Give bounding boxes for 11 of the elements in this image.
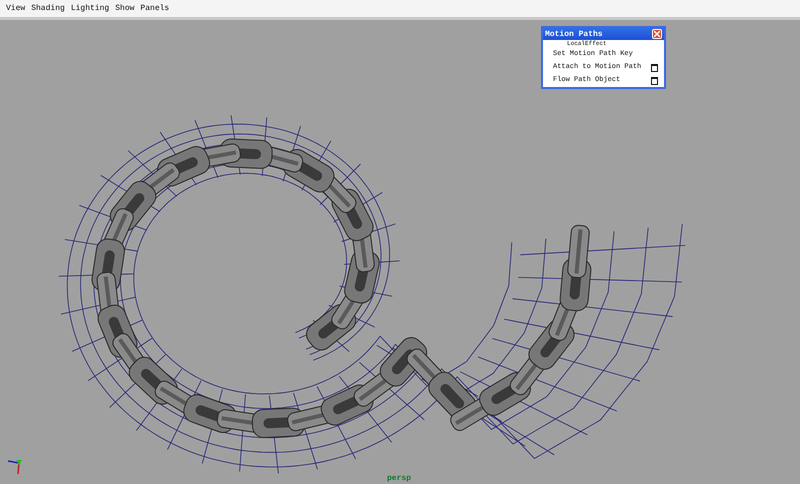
menu-item[interactable]: Show <box>115 4 134 13</box>
close-button[interactable] <box>652 29 662 39</box>
close-icon <box>654 31 660 37</box>
menu-item[interactable]: Lighting <box>70 4 110 13</box>
menu-item[interactable]: Shading <box>31 4 65 13</box>
menu-item[interactable]: View <box>6 4 26 13</box>
camera-label: persp <box>387 474 412 483</box>
option-box-icon[interactable] <box>651 64 658 72</box>
option-box-icon[interactable] <box>651 76 658 84</box>
panel-title: Motion Paths <box>545 30 603 38</box>
menu-item[interactable]: Panels <box>140 4 170 13</box>
